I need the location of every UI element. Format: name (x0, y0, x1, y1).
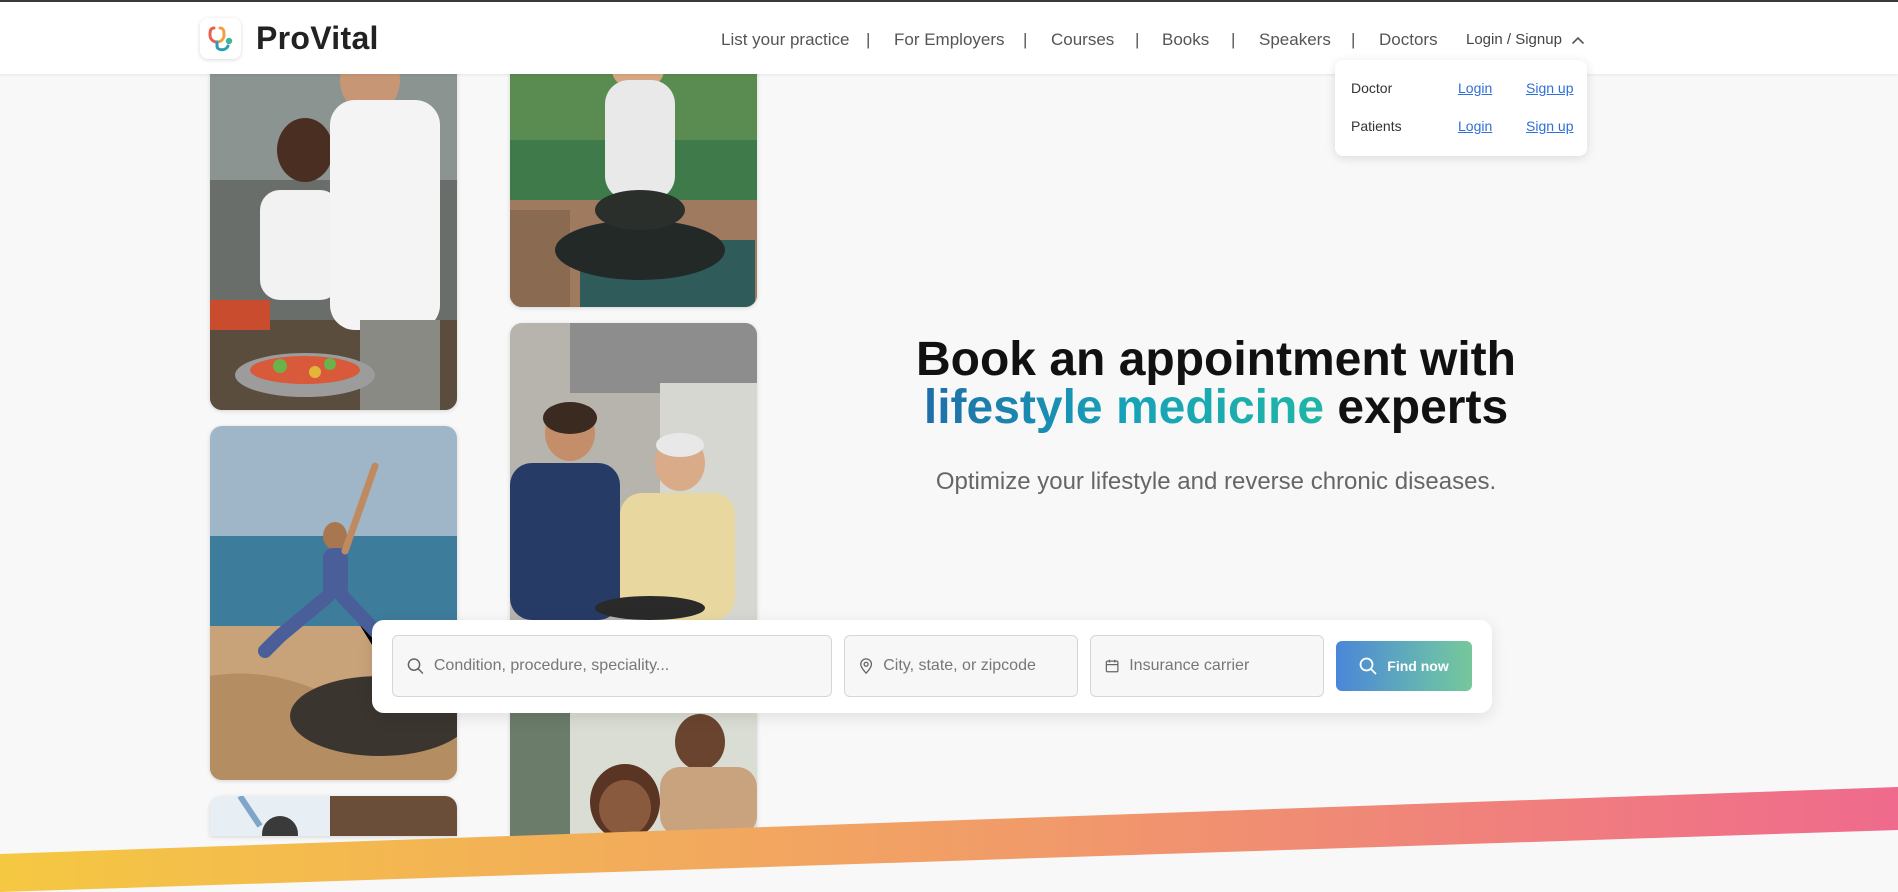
nav-doctors[interactable]: Doctors (1379, 30, 1438, 50)
map-pin-icon (860, 658, 873, 675)
search-bar: Find now (372, 620, 1492, 713)
kitchen-father-son-photo (510, 323, 757, 620)
hero-subtitle: Optimize your lifestyle and reverse chro… (935, 468, 1497, 495)
login-signup-toggle[interactable]: Login / Signup (1466, 31, 1584, 48)
insurance-input[interactable] (1129, 657, 1323, 675)
doctor-signup-link[interactable]: Sign up (1526, 80, 1573, 96)
patients-login-link[interactable]: Login (1458, 118, 1492, 134)
nav-list-your-practice[interactable]: List your practice (721, 30, 850, 50)
location-field[interactable] (844, 635, 1078, 697)
search-icon (407, 658, 424, 674)
nav-for-employers[interactable]: For Employers (894, 30, 1005, 50)
find-now-button[interactable]: Find now (1336, 641, 1472, 691)
dropdown-row-doctor: Doctor Login Sign up (1351, 80, 1581, 100)
nav-separator: | (1023, 30, 1028, 49)
hero-title-accent: lifestyle medicine (923, 381, 1325, 434)
find-now-label: Find now (1387, 658, 1449, 674)
doctor-login-link[interactable]: Login (1458, 80, 1492, 96)
location-input[interactable] (883, 657, 1077, 675)
hero-title-line1: Book an appointment with (916, 333, 1516, 386)
main-nav: List your practice | For Employers | Cou… (0, 30, 1898, 50)
nav-separator: | (1135, 30, 1140, 49)
hero-title-end: experts (1324, 381, 1509, 434)
nav-separator: | (866, 30, 871, 49)
patients-signup-link[interactable]: Sign up (1526, 118, 1573, 134)
dropdown-label-doctor: Doctor (1351, 80, 1393, 96)
hero-title: Book an appointment with lifestyle medic… (880, 336, 1552, 432)
insurance-field[interactable] (1090, 635, 1324, 697)
chevron-up-icon (1572, 36, 1584, 44)
beach-yoga-photo (210, 426, 457, 780)
nav-separator: | (1231, 30, 1236, 49)
couple-cooking-photo (210, 60, 457, 410)
nav-speakers[interactable]: Speakers (1259, 30, 1331, 50)
login-dropdown: Doctor Login Sign up Patients Login Sign… (1335, 60, 1587, 156)
login-signup-label: Login / Signup (1466, 31, 1562, 48)
decorative-gradient-stripe (0, 787, 1898, 892)
dropdown-label-patients: Patients (1351, 118, 1402, 134)
condition-field[interactable] (392, 635, 832, 697)
calendar-icon (1105, 659, 1119, 673)
search-icon (1359, 657, 1377, 675)
nav-books[interactable]: Books (1162, 30, 1209, 50)
nav-courses[interactable]: Courses (1051, 30, 1114, 50)
seated-yoga-photo (510, 60, 757, 307)
site-header: ProVital List your practice | For Employ… (0, 0, 1898, 74)
hero-title-line2: lifestyle medicine experts (880, 384, 1552, 432)
condition-input[interactable] (433, 657, 831, 675)
nav-separator: | (1351, 30, 1356, 49)
dropdown-row-patients: Patients Login Sign up (1351, 118, 1581, 138)
